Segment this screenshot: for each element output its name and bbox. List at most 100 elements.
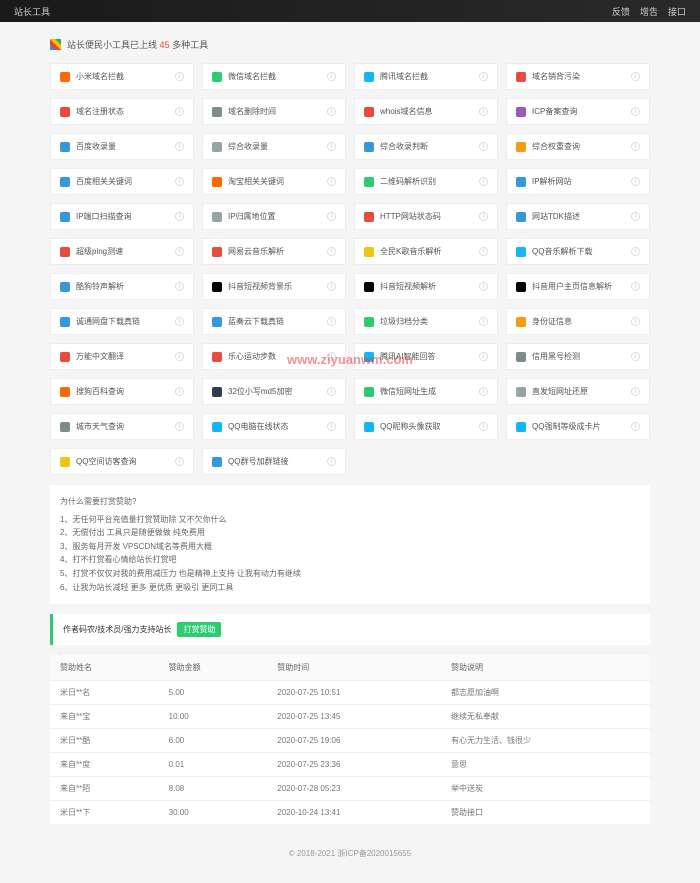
nav-feedback[interactable]: 反馈 (612, 5, 630, 18)
tool-card[interactable]: ICP备案查询i (506, 98, 650, 125)
info-icon[interactable]: i (479, 72, 488, 81)
info-icon[interactable]: i (327, 72, 336, 81)
tool-card[interactable]: 垃圾归档分类i (354, 308, 498, 335)
info-icon[interactable]: i (175, 107, 184, 116)
tool-label: 直发短网址还原 (532, 386, 588, 397)
info-icon[interactable]: i (327, 457, 336, 466)
info-icon[interactable]: i (327, 352, 336, 361)
info-icon[interactable]: i (479, 422, 488, 431)
info-icon[interactable]: i (479, 387, 488, 396)
tool-card[interactable]: 万能中文翻译i (50, 343, 194, 370)
info-icon[interactable]: i (327, 107, 336, 116)
tool-card[interactable]: 百度相关关键词i (50, 168, 194, 195)
info-icon[interactable]: i (175, 282, 184, 291)
info-icon[interactable]: i (327, 142, 336, 151)
tool-card[interactable]: 蓝奏云下载真链i (202, 308, 346, 335)
nav-api[interactable]: 接口 (668, 5, 686, 18)
info-icon[interactable]: i (479, 177, 488, 186)
info-icon[interactable]: i (175, 72, 184, 81)
info-icon[interactable]: i (175, 457, 184, 466)
tool-card[interactable]: 微信域名拦截i (202, 63, 346, 90)
tool-card[interactable]: IP解析网站i (506, 168, 650, 195)
info-icon[interactable]: i (327, 422, 336, 431)
tool-card[interactable]: 综合收录判断i (354, 133, 498, 160)
tool-card[interactable]: 抖音用户主页信息解析i (506, 273, 650, 300)
info-icon[interactable]: i (479, 212, 488, 221)
tool-card[interactable]: IP归属地位置i (202, 203, 346, 230)
info-icon[interactable]: i (479, 142, 488, 151)
info-icon[interactable]: i (631, 247, 640, 256)
tool-card[interactable]: 二维码解析识别i (354, 168, 498, 195)
tool-card[interactable]: 微信短网址生成i (354, 378, 498, 405)
info-icon[interactable]: i (175, 177, 184, 186)
tool-card[interactable]: whois域名信息i (354, 98, 498, 125)
info-icon[interactable]: i (175, 387, 184, 396)
topbar: 站长工具 反馈 增告 接口 (0, 0, 700, 22)
info-icon[interactable]: i (479, 247, 488, 256)
faq-line: 1、无任何平台充值量打赏赞助除 又不欠你什么 (60, 513, 640, 527)
tool-card[interactable]: 综合收录量i (202, 133, 346, 160)
info-icon[interactable]: i (175, 142, 184, 151)
tool-card[interactable]: 百度收录量i (50, 133, 194, 160)
tool-card[interactable]: 腾讯域名拦截i (354, 63, 498, 90)
info-icon[interactable]: i (479, 352, 488, 361)
sponsor-button[interactable]: 打赏赞助 (177, 622, 221, 637)
info-icon[interactable]: i (327, 282, 336, 291)
tool-card[interactable]: HTTP网站状态码i (354, 203, 498, 230)
info-icon[interactable]: i (631, 352, 640, 361)
info-icon[interactable]: i (631, 72, 640, 81)
tool-card[interactable]: QQ强制等级成卡片i (506, 413, 650, 440)
info-icon[interactable]: i (327, 247, 336, 256)
info-icon[interactable]: i (631, 422, 640, 431)
info-icon[interactable]: i (175, 317, 184, 326)
info-icon[interactable]: i (327, 317, 336, 326)
tool-card[interactable]: 搜狗百科查询i (50, 378, 194, 405)
info-icon[interactable]: i (327, 212, 336, 221)
info-icon[interactable]: i (479, 317, 488, 326)
tool-card[interactable]: 域名销背污染i (506, 63, 650, 90)
tool-card[interactable]: 抖音短视频解析i (354, 273, 498, 300)
tool-card[interactable]: 腾讯AI智能回答i (354, 343, 498, 370)
tool-card[interactable]: 域名注册状态i (50, 98, 194, 125)
tool-card[interactable]: 抖音短视频背景乐i (202, 273, 346, 300)
cell-name: 来自**陌 (50, 777, 159, 801)
tool-card[interactable]: 小米域名拦截i (50, 63, 194, 90)
tool-card[interactable]: 域名删除时间i (202, 98, 346, 125)
info-icon[interactable]: i (631, 282, 640, 291)
info-icon[interactable]: i (327, 177, 336, 186)
info-icon[interactable]: i (175, 247, 184, 256)
tool-card[interactable]: 身份证信息i (506, 308, 650, 335)
tool-card[interactable]: QQ电脑在线状态i (202, 413, 346, 440)
tool-card[interactable]: 直发短网址还原 i (506, 378, 650, 405)
info-icon[interactable]: i (631, 212, 640, 221)
tool-card[interactable]: 淘宝相关关键词i (202, 168, 346, 195)
info-icon[interactable]: i (479, 282, 488, 291)
info-icon[interactable]: i (631, 317, 640, 326)
info-icon[interactable]: i (175, 352, 184, 361)
info-icon[interactable]: i (631, 387, 640, 396)
tool-card[interactable]: QQ昵称头像获取i (354, 413, 498, 440)
tool-card[interactable]: 32位小写md5加密i (202, 378, 346, 405)
tool-card[interactable]: QQ群号加群链接i (202, 448, 346, 475)
info-icon[interactable]: i (327, 387, 336, 396)
tool-card[interactable]: 网站TDK描述i (506, 203, 650, 230)
info-icon[interactable]: i (631, 107, 640, 116)
tool-card[interactable]: QQ音乐解析下载i (506, 238, 650, 265)
tool-card[interactable]: 城市天气查询i (50, 413, 194, 440)
tool-card[interactable]: IP端口扫描查询i (50, 203, 194, 230)
tool-card[interactable]: 诚通网盘下载真链i (50, 308, 194, 335)
info-icon[interactable]: i (175, 212, 184, 221)
tool-card[interactable]: QQ空间访客查询i (50, 448, 194, 475)
info-icon[interactable]: i (631, 177, 640, 186)
tool-card[interactable]: 综合权重查询i (506, 133, 650, 160)
tool-card[interactable]: 超级ping测速i (50, 238, 194, 265)
tool-card[interactable]: 信用黑号检测i (506, 343, 650, 370)
info-icon[interactable]: i (175, 422, 184, 431)
tool-card[interactable]: 网易云音乐解析i (202, 238, 346, 265)
info-icon[interactable]: i (479, 107, 488, 116)
tool-card[interactable]: 乐心运动步数i (202, 343, 346, 370)
tool-card[interactable]: 全民K歌音乐解析i (354, 238, 498, 265)
tool-card[interactable]: 酷狗铃声解析i (50, 273, 194, 300)
info-icon[interactable]: i (631, 142, 640, 151)
nav-ads[interactable]: 增告 (640, 5, 658, 18)
